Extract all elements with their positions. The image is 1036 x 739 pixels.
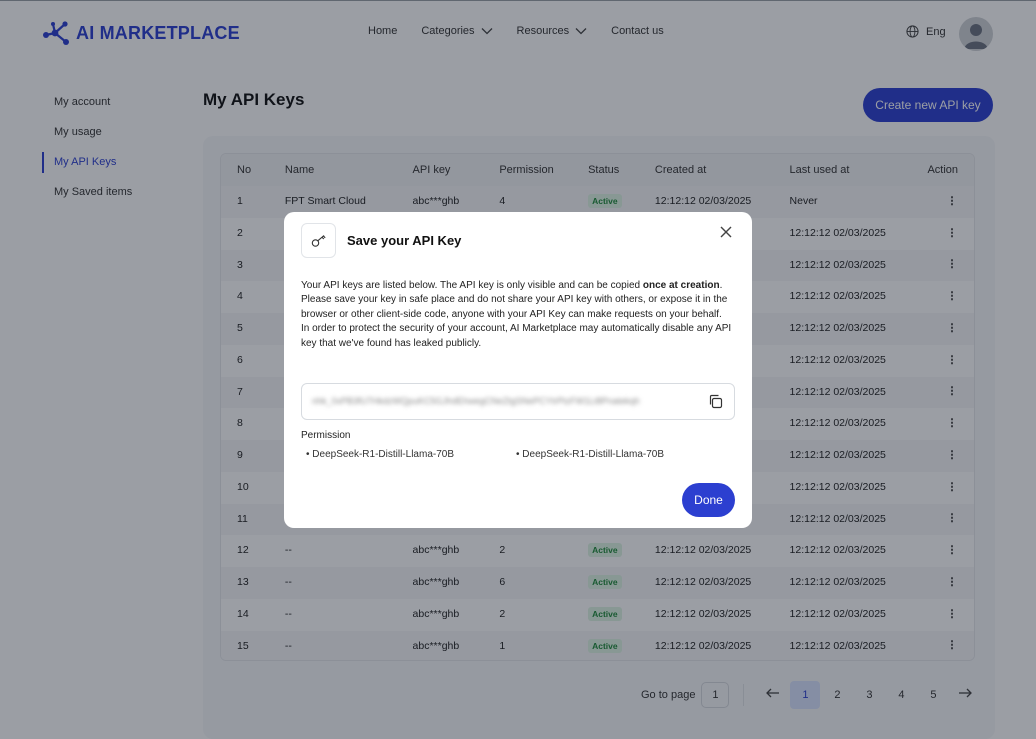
copy-icon	[709, 394, 723, 409]
modal-description: Your API keys are listed below. The API …	[301, 279, 735, 351]
modal-p1-text: Your API keys are listed below. The API …	[301, 280, 643, 291]
permission-item-label: DeepSeek-R1-Distill-Llama-70B	[312, 449, 454, 460]
key-icon-frame	[301, 223, 336, 258]
done-button[interactable]: Done	[682, 483, 735, 517]
permission-list: • DeepSeek-R1-Distill-Llama-70B • DeepSe…	[306, 449, 726, 460]
close-icon	[720, 226, 732, 238]
key-icon	[311, 234, 326, 247]
modal-paragraph-1: Your API keys are listed below. The API …	[301, 279, 735, 293]
permission-label: Permission	[301, 430, 351, 441]
api-key-value: nhk_0xPB3fU7HkdzWQpuKC5GJhdEhwegCNeZtgSN…	[312, 396, 640, 406]
modal-title: Save your API Key	[347, 233, 462, 248]
copy-key-button[interactable]	[708, 394, 723, 414]
permission-item: • DeepSeek-R1-Distill-Llama-70B	[306, 449, 454, 460]
close-modal-button[interactable]	[718, 224, 734, 240]
permission-item: • DeepSeek-R1-Distill-Llama-70B	[516, 449, 664, 460]
modal-p1-bold: once at creation	[642, 280, 720, 291]
modal-p1-end: .	[719, 280, 723, 291]
api-key-field[interactable]: nhk_0xPB3fU7HkdzWQpuKC5GJhdEhwegCNeZtgSN…	[301, 383, 735, 420]
permission-item-label: DeepSeek-R1-Distill-Llama-70B	[522, 449, 664, 460]
modal-paragraph-2: Please save your key in safe place and d…	[301, 294, 728, 320]
modal-paragraph-3: In order to protect the security of your…	[301, 323, 732, 349]
save-api-key-modal: Save your API Key Your API keys are list…	[284, 212, 752, 528]
